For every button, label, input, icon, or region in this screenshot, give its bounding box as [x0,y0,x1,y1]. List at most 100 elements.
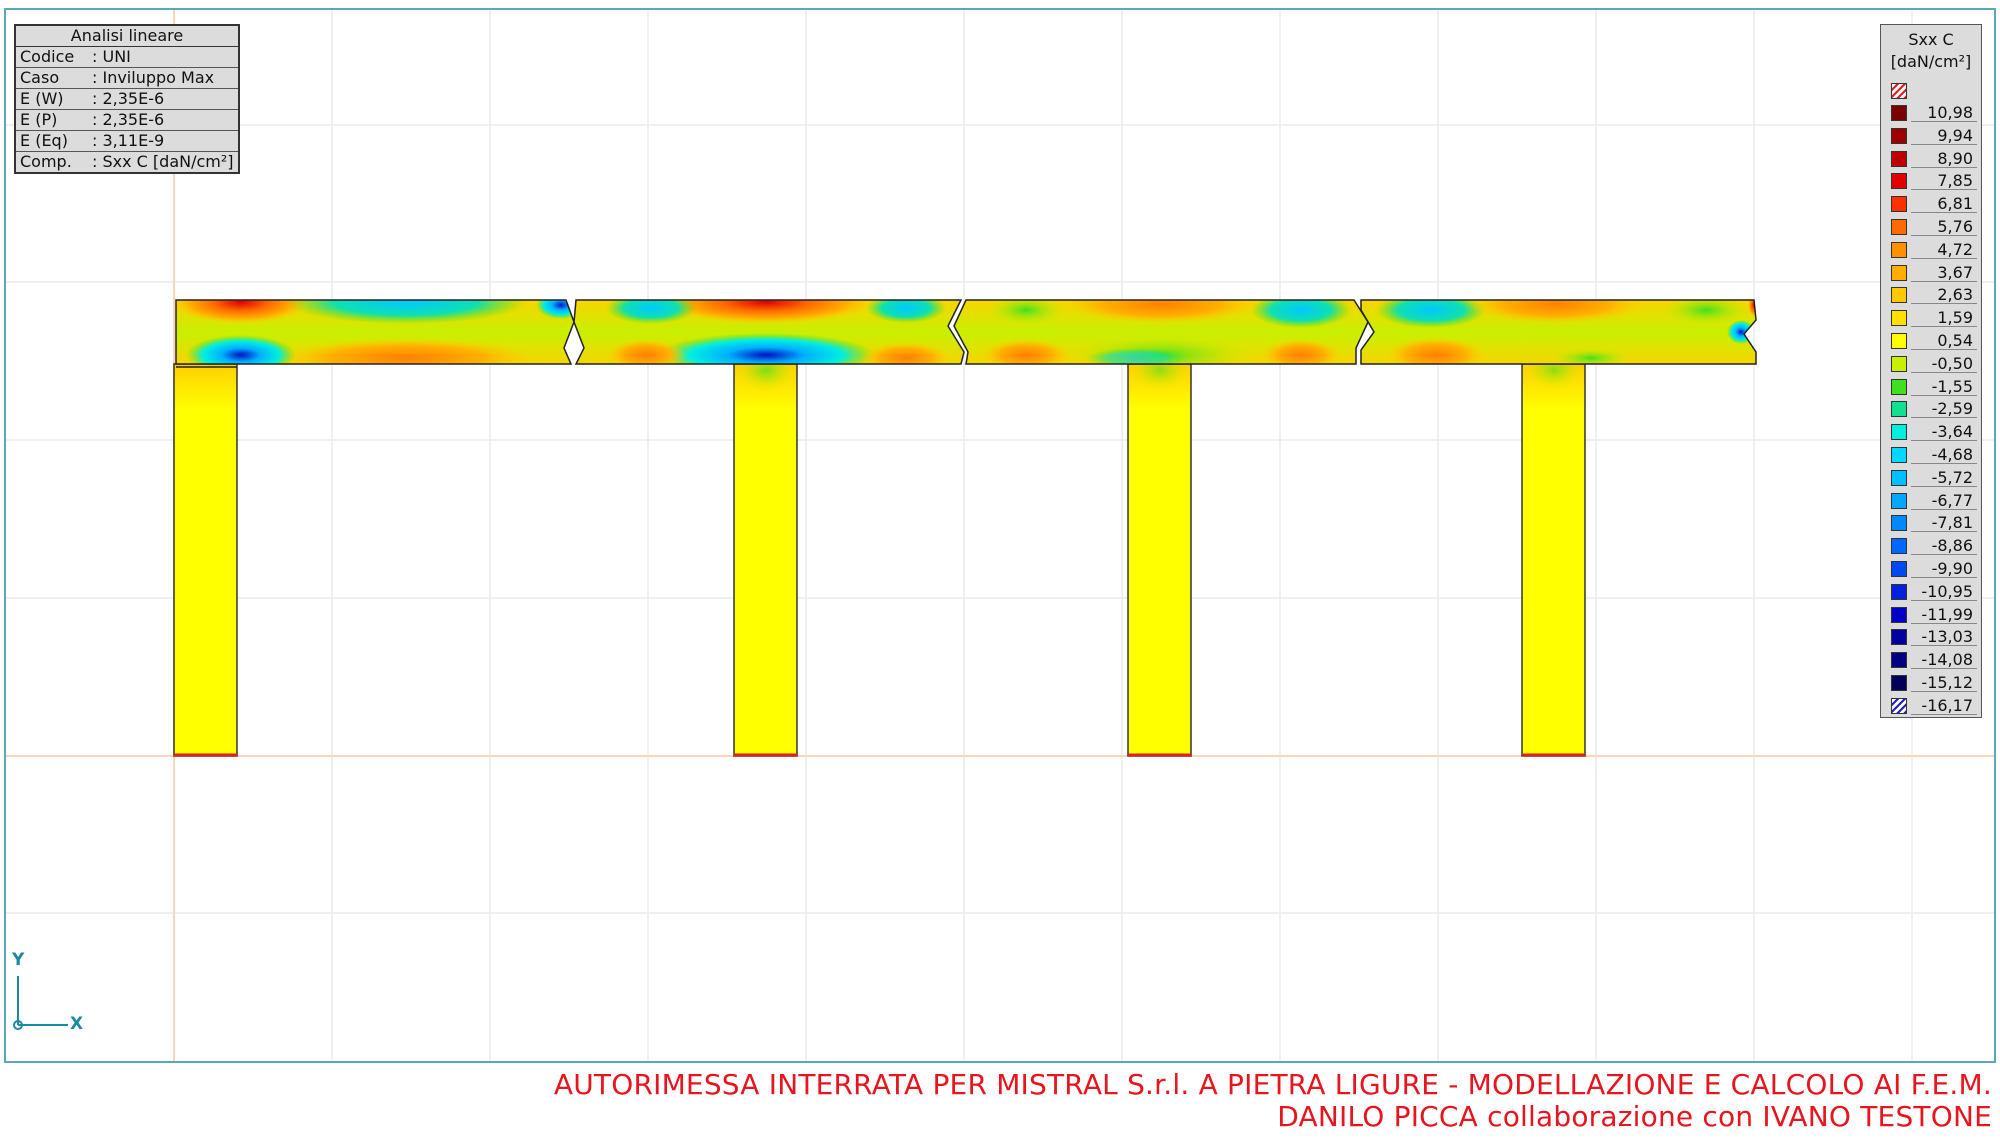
legend-swatch [1891,697,1907,714]
legend-swatch [1891,127,1907,144]
legend-entry: 1,59 [1887,306,1977,328]
axis-x-label: X [70,1014,84,1034]
legend-entry: 6,81 [1887,192,1977,214]
legend-entry: -4,68 [1887,443,1977,465]
legend-swatch [1891,333,1907,349]
legend-value: -9,90 [1931,559,1973,578]
legend-value: -16,17 [1921,695,1973,715]
legend-swatch [1891,241,1907,258]
legend-overflow-swatch [1887,79,1977,101]
legend-swatch [1891,105,1907,121]
column-2 [733,363,798,757]
legend-entry: -3,64 [1887,420,1977,442]
footer-title: AUTORIMESSA INTERRATA PER MISTRAL S.r.l.… [553,1068,1992,1101]
info-row-ep: E (P): 2,35E-6 [16,110,238,131]
legend-value: 7,85 [1937,171,1973,191]
column-1 [173,363,238,757]
legend-value: -0,50 [1931,353,1973,373]
color-legend: Sxx C [daN/cm²] 10,98 9,94 8,90 7,85 6,81 5,7… [1880,24,1982,718]
info-row-eeq: E (Eq): 3,11E-9 [16,131,238,152]
footer-credits: DANILO PICCA collaborazione con IVANO TE… [1277,1100,1992,1133]
grid [6,10,1994,1061]
legend-entry: -15,12 [1887,671,1977,693]
beam-segment-3 [954,300,1368,364]
legend-entry: 9,94 [1887,124,1977,146]
column-3 [1127,363,1192,757]
legend-title: Sxx C [1908,30,1954,49]
columns [173,363,1586,757]
legend-value: 0,54 [1937,331,1973,350]
legend-entry: 3,67 [1887,261,1977,283]
legend-entry: -7,81 [1887,511,1977,533]
legend-value: 9,94 [1937,125,1973,145]
legend-entry: -13,03 [1887,625,1977,647]
legend-entry: -14,08 [1887,648,1977,670]
info-row-ew: E (W): 2,35E-6 [16,89,238,110]
legend-swatch [1891,196,1907,213]
legend-swatch [1891,652,1907,669]
legend-swatch [1891,310,1907,327]
legend-value: 3,67 [1937,262,1973,282]
legend-value: 4,72 [1937,239,1973,259]
legend-value: -2,59 [1931,399,1973,419]
legend-value: 10,98 [1927,103,1973,122]
legend-swatch [1891,424,1907,441]
legend-entry: -9,90 [1887,557,1977,579]
legend-value: 1,59 [1937,308,1973,328]
axis-y-label: Y [12,950,25,970]
legend-swatch [1891,675,1907,691]
legend-entry: 7,85 [1887,169,1977,191]
legend-entry: 2,63 [1887,283,1977,305]
legend-value: -3,64 [1931,422,1973,442]
legend-swatch [1891,264,1907,281]
legend-entry: -1,55 [1887,375,1977,397]
legend-swatch [1891,378,1907,395]
legend-entry: -10,95 [1887,580,1977,602]
legend-entry: 0,54 [1887,329,1977,351]
legend-value: -5,72 [1931,467,1973,487]
hatch-icon [1891,83,1907,99]
legend-swatch [1891,561,1907,577]
legend-swatch [1891,173,1907,190]
legend-entry: -11,99 [1887,603,1977,625]
legend-value: 6,81 [1937,194,1973,214]
legend-swatch [1891,583,1907,600]
legend-swatch [1891,287,1907,304]
info-row-codice: Codice: UNI [16,47,238,68]
legend-entry: -5,72 [1887,466,1977,488]
legend-value: -7,81 [1931,513,1973,533]
column-4 [1521,363,1586,757]
legend-swatch [1891,492,1907,509]
info-row-caso: Caso: Inviluppo Max [16,68,238,89]
legend-entry: 8,90 [1887,147,1977,169]
legend-swatch [1891,515,1907,532]
legend-unit: [daN/cm²] [1890,52,1972,71]
legend-entry: -0,50 [1887,352,1977,374]
legend-swatch [1891,355,1907,372]
legend-entry: 4,72 [1887,238,1977,260]
axis-triad-icon [13,976,68,1030]
legend-swatch [1891,469,1907,486]
legend-entry: -6,77 [1887,489,1977,511]
legend-swatch [1891,219,1907,235]
legend-swatch [1891,606,1907,623]
legend-value: -10,95 [1921,581,1973,601]
legend-value: -4,68 [1931,445,1973,464]
legend-value: -13,03 [1921,627,1973,647]
legend-value: 5,76 [1937,217,1973,236]
info-panel-title: Analisi lineare [16,26,238,47]
structure-drawing [6,10,1994,1061]
legend-swatch [1891,447,1907,463]
model-viewport[interactable]: Y X Analisi lineare Codice: UNI Caso: In… [4,8,1996,1063]
legend-value: -11,99 [1921,604,1973,624]
beam-segment-4 [1361,300,1756,364]
legend-swatch [1891,150,1907,167]
legend-value: -14,08 [1921,650,1973,670]
legend-entry: -8,86 [1887,534,1977,556]
legend-swatch [1891,538,1907,555]
analysis-info-panel: Analisi lineare Codice: UNI Caso: Invilu… [14,24,240,174]
legend-value: -1,55 [1931,376,1973,396]
legend-entry: -16,17 [1887,694,1977,716]
info-row-comp: Comp.: Sxx C [daN/cm²] [20,152,234,171]
legend-value: 8,90 [1937,148,1973,168]
